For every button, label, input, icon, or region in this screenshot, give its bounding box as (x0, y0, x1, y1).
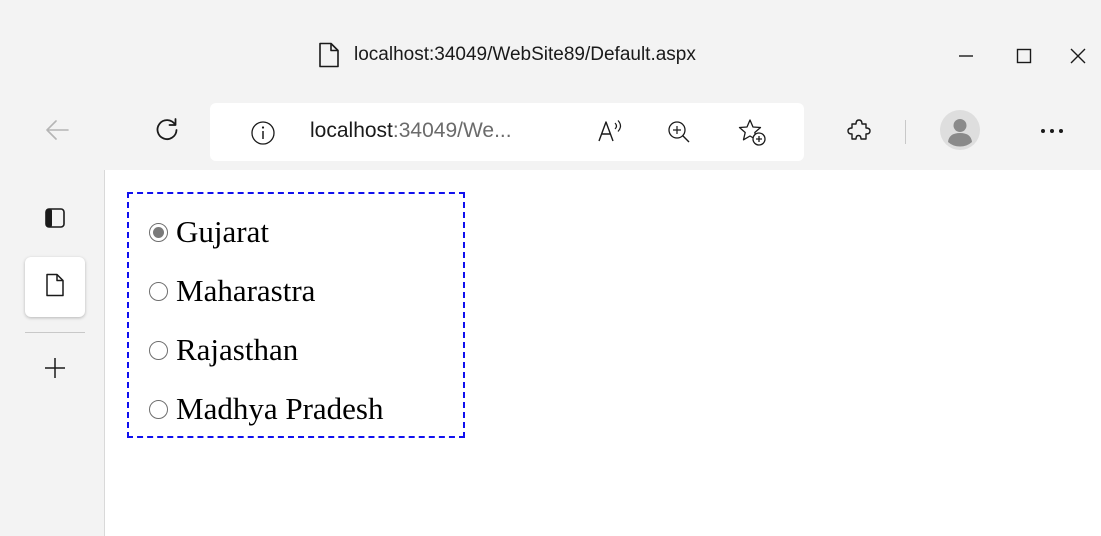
zoom-in-icon[interactable] (666, 119, 692, 150)
profile-button[interactable] (938, 109, 982, 155)
radio-selected-dot (153, 226, 164, 238)
back-arrow-icon (43, 116, 71, 149)
sidebar-separator (25, 332, 85, 333)
tab-actions-icon (43, 206, 67, 235)
toolbar-divider (905, 120, 906, 144)
more-options-button[interactable] (1030, 110, 1074, 154)
window-title-group: localhost:34049/WebSite89/Default.aspx (318, 40, 696, 70)
window-title: localhost:34049/WebSite89/Default.aspx (354, 44, 696, 65)
page-content: Gujarat Maharastra Rajasthan Madhya Prad… (105, 170, 1101, 536)
read-aloud-icon[interactable] (596, 118, 626, 151)
refresh-icon (153, 116, 181, 149)
radio-label[interactable]: Rajasthan (176, 332, 298, 368)
close-icon (1068, 46, 1088, 71)
radio-button[interactable] (149, 340, 168, 360)
minimize-icon (956, 46, 976, 71)
back-button[interactable] (35, 110, 79, 154)
address-host: localhost (310, 119, 393, 142)
refresh-button[interactable] (145, 110, 189, 154)
add-favorite-icon[interactable] (737, 117, 767, 152)
address-bar[interactable]: localhost:34049/We... (210, 103, 804, 161)
info-icon[interactable] (250, 120, 276, 151)
states-radio-list: Gujarat Maharastra Rajasthan Madhya Prad… (127, 192, 465, 438)
radio-button[interactable] (149, 281, 168, 301)
radio-button[interactable] (149, 399, 168, 419)
close-button[interactable] (1058, 38, 1098, 78)
tab-current-page[interactable] (25, 257, 85, 317)
extensions-icon (845, 116, 873, 149)
maximize-icon (1014, 46, 1034, 71)
radio-option-gujarat[interactable]: Gujarat (149, 212, 269, 252)
vertical-tabs-sidebar (0, 170, 105, 536)
tab-actions-button[interactable] (25, 190, 85, 250)
plus-icon (43, 356, 67, 385)
radio-button[interactable] (149, 222, 168, 242)
browser-toolbar: localhost:34049/We... (0, 100, 1101, 170)
radio-option-madhya-pradesh[interactable]: Madhya Pradesh (149, 389, 383, 429)
page-icon (318, 42, 340, 68)
radio-label[interactable]: Gujarat (176, 214, 269, 250)
browser-window: localhost:34049/WebSite89/Default.aspx l… (0, 0, 1101, 536)
minimize-button[interactable] (946, 38, 986, 78)
profile-avatar (940, 109, 980, 155)
address-path: :34049/We... (392, 119, 512, 142)
page-icon (45, 273, 65, 302)
radio-option-rajasthan[interactable]: Rajasthan (149, 330, 298, 370)
new-tab-button[interactable] (25, 340, 85, 400)
more-options-icon (1038, 123, 1066, 141)
radio-label[interactable]: Madhya Pradesh (176, 391, 383, 427)
title-bar: localhost:34049/WebSite89/Default.aspx (0, 0, 1101, 100)
address-text[interactable]: localhost:34049/We... (310, 119, 512, 143)
radio-option-maharastra[interactable]: Maharastra (149, 271, 315, 311)
radio-label[interactable]: Maharastra (176, 273, 315, 309)
maximize-button[interactable] (1004, 38, 1044, 78)
extensions-button[interactable] (837, 110, 881, 154)
